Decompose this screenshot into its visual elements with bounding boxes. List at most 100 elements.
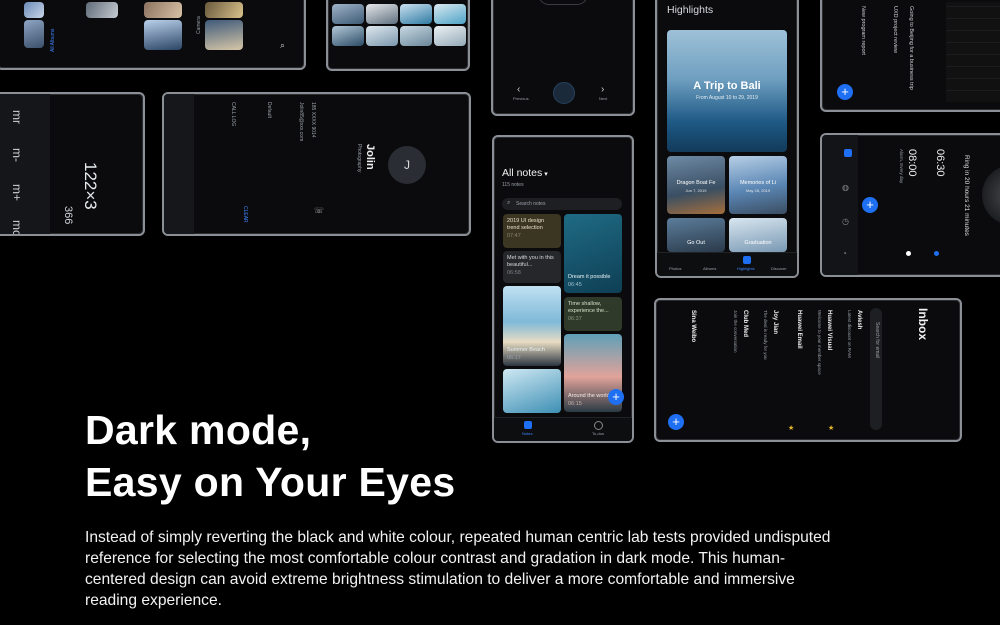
headline: Dark mode, Easy on Your Eyes xyxy=(85,404,455,508)
highlight-hero[interactable]: A Trip to Bali From August 10 to 29, 201… xyxy=(667,30,787,152)
phone-gallery: All Albums Camera ⌕ xyxy=(0,0,306,70)
highlight-tile[interactable]: Dragon Boat Fe Jun 7, 2019 xyxy=(667,156,725,214)
calculator-result: 366 xyxy=(62,206,74,225)
gallery-thumb[interactable] xyxy=(144,2,182,18)
email-preview: The deal is ready for you xyxy=(763,310,768,360)
contact-number[interactable]: 185 XXXX 9014 xyxy=(310,102,316,138)
alarm-time[interactable]: 08:00 xyxy=(906,149,918,177)
tile-date: May 28, 2019 xyxy=(745,188,771,193)
email-sender[interactable]: Huawei Email xyxy=(796,310,802,349)
inbox-search-input[interactable]: Search for email xyxy=(874,322,880,358)
calendar-grid xyxy=(946,2,1000,102)
clear-button[interactable]: CLEAR xyxy=(242,206,248,223)
note-card[interactable]: Time shallow, experience the... 06:37 xyxy=(564,297,622,331)
tab-notes[interactable]: Notes xyxy=(522,431,532,436)
email-sender[interactable]: Club Med xyxy=(742,310,748,337)
photo-thumb[interactable] xyxy=(400,4,432,24)
tab-photos[interactable]: Photos xyxy=(669,266,681,271)
next-button[interactable]: › xyxy=(601,84,604,95)
photo-thumb[interactable] xyxy=(366,4,398,24)
key-mc[interactable]: mc xyxy=(10,220,24,234)
notes-icon[interactable] xyxy=(524,421,532,429)
calendar-item[interactable]: New program report xyxy=(860,6,866,55)
note-card[interactable]: Met with you in this beautiful... 06:58 xyxy=(503,251,561,283)
highlights-icon[interactable] xyxy=(743,256,751,264)
photo-thumb[interactable] xyxy=(434,4,466,24)
email-sender[interactable]: Sina Weibo xyxy=(690,310,696,342)
search-icon[interactable]: ⌕ xyxy=(280,40,285,51)
photo-thumb[interactable] xyxy=(434,26,466,46)
all-albums-label[interactable]: All Albums xyxy=(50,29,56,52)
phone-clock: ◍ ◷ ◔ 06:30 08:00 Alarm, Every day Ring … xyxy=(820,133,1000,277)
notes-search-input[interactable]: Search notes xyxy=(516,201,545,207)
hero-title: A Trip to Bali xyxy=(693,80,761,92)
search-icon: ⌕ xyxy=(507,200,511,206)
star-icon[interactable]: ★ xyxy=(828,424,834,432)
timer-icon[interactable]: ◔ xyxy=(842,249,847,258)
world-clock-icon[interactable]: ◍ xyxy=(842,183,849,192)
photo-thumb[interactable] xyxy=(366,26,398,46)
key-m-plus[interactable]: m+ xyxy=(10,184,24,201)
note-card[interactable] xyxy=(503,369,561,413)
tab-discover[interactable]: Discover xyxy=(771,266,787,271)
highlight-tile[interactable]: Memories of Li May 28, 2019 xyxy=(729,156,787,214)
tile-title: Go Out xyxy=(687,240,705,246)
star-icon[interactable]: ★ xyxy=(788,424,794,432)
photo-thumb[interactable] xyxy=(400,26,432,46)
note-card-text: Time shallow, experience the... xyxy=(568,301,609,315)
photo-thumb[interactable] xyxy=(332,4,364,24)
add-event-button[interactable]: + xyxy=(837,84,853,100)
compose-button[interactable]: + xyxy=(668,414,684,430)
contact-name: Jolin xyxy=(364,144,376,170)
gallery-thumb[interactable] xyxy=(144,20,182,50)
calendar-item[interactable]: Going to Beijing for a business trip xyxy=(908,6,914,90)
notes-search[interactable]: ⌕ Search notes xyxy=(502,198,622,210)
gallery-thumb[interactable] xyxy=(24,20,44,48)
inbox-search[interactable]: Search for email xyxy=(870,308,882,430)
key-m-minus[interactable]: m- xyxy=(10,148,24,162)
contact-subtitle: Photography xyxy=(356,144,362,173)
clock-sidebar xyxy=(822,135,858,275)
contact-email[interactable]: Jolin85@xxx.com xyxy=(298,102,304,141)
email-sender[interactable]: Joy Jian xyxy=(772,310,778,334)
alarm-icon[interactable] xyxy=(844,149,852,157)
gallery-thumb[interactable] xyxy=(86,2,118,18)
stopwatch-icon[interactable]: ◷ xyxy=(842,217,849,226)
note-card[interactable]: Summer Beach 06:17 xyxy=(503,286,561,366)
tile-date: Jun 7, 2019 xyxy=(685,188,707,193)
todos-icon[interactable] xyxy=(594,421,603,430)
body-copy: Instead of simply reverting the black an… xyxy=(85,529,831,609)
note-card[interactable]: 2019 UI design trend selection 07:47 xyxy=(503,214,561,248)
note-card-text: Summer Beach xyxy=(507,347,545,354)
highlight-tile[interactable]: Graduation xyxy=(729,218,787,252)
tab-todos[interactable]: To-dos xyxy=(592,431,604,436)
add-alarm-button[interactable]: + xyxy=(862,197,878,213)
chevron-down-icon[interactable]: ▾ xyxy=(542,171,548,178)
highlights-tab-bar: Photos Albums Highlights Discover xyxy=(657,252,797,276)
previous-button[interactable]: ‹ xyxy=(517,84,520,95)
photo-thumb[interactable] xyxy=(332,26,364,46)
email-sender[interactable]: Aviesh xyxy=(856,310,862,329)
highlight-tile[interactable]: Go Out xyxy=(667,218,725,252)
tab-albums[interactable]: Albums xyxy=(703,266,716,271)
note-card[interactable]: Dream it possible 06:45 xyxy=(564,214,622,293)
notes-title[interactable]: All notes ▾ xyxy=(502,167,548,179)
tab-highlights[interactable]: Highlights xyxy=(737,266,755,271)
calendar-item[interactable]: UXD project review xyxy=(892,6,898,53)
gallery-thumb[interactable] xyxy=(205,2,243,18)
contact-avatar[interactable]: J xyxy=(388,146,426,184)
headline-line-1: Dark mode, xyxy=(85,407,312,453)
alarm-time[interactable]: 06:30 xyxy=(934,149,946,177)
phone-icon[interactable]: ☏ xyxy=(314,206,324,215)
email-preview: Join the conversation xyxy=(733,310,738,353)
note-card-time: 06:15 xyxy=(568,400,582,407)
gallery-thumb[interactable] xyxy=(205,20,243,50)
previous-label: Previous xyxy=(513,96,529,101)
note-card-text: Around the world xyxy=(568,393,610,400)
phone-inbox: Inbox Search for email Aviesh Latest dis… xyxy=(654,298,962,442)
email-sender[interactable]: Huawei Visual xyxy=(826,310,832,350)
key-mr[interactable]: mr xyxy=(10,110,24,124)
gallery-thumb[interactable] xyxy=(24,2,44,18)
add-note-button[interactable]: + xyxy=(608,389,624,405)
play-button[interactable] xyxy=(553,82,575,104)
